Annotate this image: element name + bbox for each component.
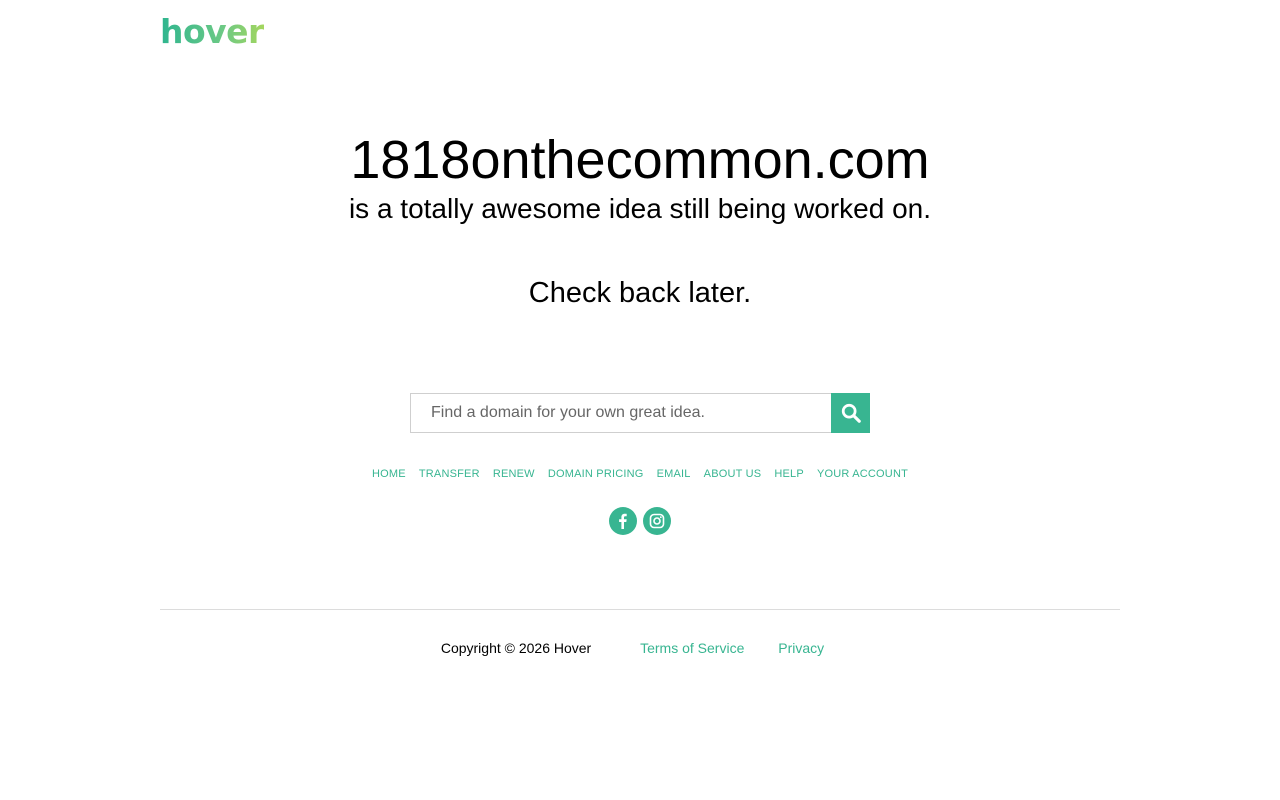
footer-divider (160, 609, 1120, 610)
nav-renew[interactable]: RENEW (493, 468, 535, 480)
instagram-link[interactable] (643, 507, 671, 535)
search-icon (841, 403, 861, 423)
facebook-link[interactable] (609, 507, 637, 535)
page-footer: Copyright © 2026 Hover Terms of Service … (0, 640, 1280, 656)
nav-email[interactable]: EMAIL (657, 468, 691, 480)
domain-title: 1818onthecommon.com (350, 130, 930, 190)
nav-transfer[interactable]: TRANSFER (419, 468, 480, 480)
facebook-icon (619, 513, 627, 529)
nav-your-account[interactable]: YOUR ACCOUNT (817, 468, 908, 480)
domain-search-input[interactable] (410, 393, 831, 433)
privacy-link[interactable]: Privacy (778, 640, 824, 656)
domain-search-form (410, 393, 870, 433)
hero: 1818onthecommon.com is a totally awesome… (0, 128, 1280, 309)
check-back-text: Check back later. (528, 277, 752, 309)
nav-help[interactable]: HELP (774, 468, 804, 480)
nav-about-us[interactable]: ABOUT US (704, 468, 762, 480)
hero-subline: is a totally awesome idea still being wo… (348, 193, 932, 224)
copyright-text: Copyright © 2026 Hover (440, 640, 592, 656)
nav-home[interactable]: HOME (372, 468, 406, 480)
hover-logo[interactable]: hover (160, 12, 264, 52)
search-button[interactable] (831, 393, 870, 433)
nav-domain-pricing[interactable]: DOMAIN PRICING (548, 468, 644, 480)
footer-nav: HOME TRANSFER RENEW DOMAIN PRICING EMAIL… (0, 468, 1280, 480)
instagram-icon (649, 513, 665, 529)
social-links (609, 507, 671, 535)
terms-of-service-link[interactable]: Terms of Service (640, 640, 744, 656)
